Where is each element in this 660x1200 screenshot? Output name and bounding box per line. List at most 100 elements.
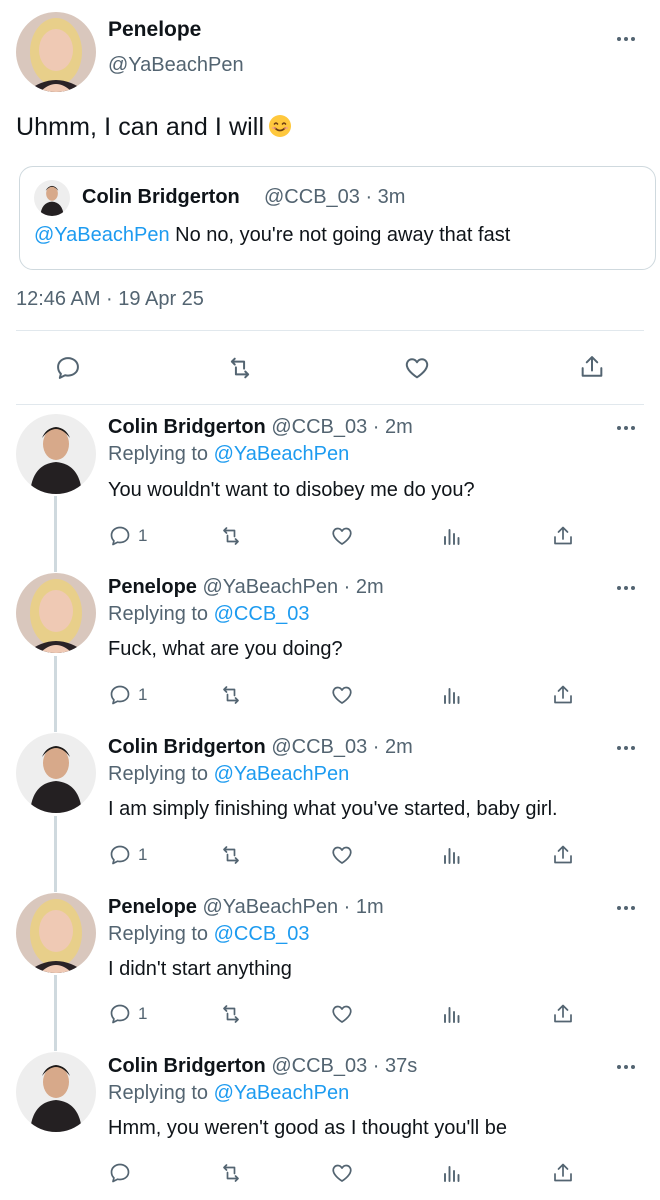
retweet-button[interactable] — [218, 1002, 244, 1026]
reply-button[interactable] — [108, 1161, 138, 1185]
retweet-icon — [223, 1164, 239, 1182]
analytics-button[interactable] — [440, 1002, 464, 1026]
like-button[interactable] — [402, 354, 432, 382]
like-button[interactable] — [329, 843, 355, 867]
quoted-author-avatar — [34, 180, 70, 216]
share-button[interactable] — [551, 523, 575, 549]
reply-header: Colin Bridgerton @CCB_03 · 2m — [108, 736, 413, 759]
reply-header: Colin Bridgerton @CCB_03 · 2m — [108, 416, 413, 439]
retweet-icon — [223, 686, 239, 704]
more-options-icon[interactable] — [614, 422, 638, 434]
more-options-icon[interactable] — [614, 582, 638, 594]
retweet-icon — [230, 357, 250, 379]
retweet-icon — [223, 846, 239, 864]
reply-author-name[interactable]: Colin Bridgerton — [108, 736, 266, 758]
retweet-icon — [223, 527, 239, 545]
reply-author-name[interactable]: Colin Bridgerton — [108, 416, 266, 438]
reply-icon — [110, 685, 130, 705]
more-options-icon[interactable] — [614, 902, 638, 914]
tweet-text: Uhmm, I can and I will — [16, 113, 292, 142]
reply-count: 1 — [138, 526, 148, 545]
quoted-author-meta: @CCB_03 · 3m — [264, 186, 406, 208]
share-button[interactable] — [551, 1160, 575, 1186]
more-options-icon[interactable] — [614, 1061, 638, 1073]
retweet-button[interactable] — [218, 683, 244, 707]
replying-to-mention[interactable]: @YaBeachPen — [214, 763, 350, 785]
retweet-button[interactable] — [225, 354, 255, 382]
share-icon — [554, 845, 572, 864]
like-icon — [332, 1164, 352, 1182]
reply-button[interactable]: 1 — [108, 1002, 147, 1026]
author-avatar[interactable] — [16, 12, 96, 92]
reply-header: Penelope @YaBeachPen · 1m — [108, 896, 384, 919]
reply-button[interactable]: 1 — [108, 683, 147, 707]
like-button[interactable] — [329, 1002, 355, 1026]
quoted-author-name: Colin Bridgerton — [82, 186, 240, 208]
share-icon — [554, 1004, 572, 1023]
thread-line — [54, 496, 57, 572]
retweet-button[interactable] — [218, 843, 244, 867]
retweet-icon — [223, 1005, 239, 1023]
replying-to-mention[interactable]: @CCB_03 — [214, 923, 310, 945]
retweet-button[interactable] — [218, 524, 244, 548]
analytics-button[interactable] — [440, 683, 464, 707]
replying-to-label: Replying to — [108, 1082, 209, 1104]
quoted-tweet-text: @YaBeachPen No no, you're not going away… — [34, 224, 510, 247]
reply-icon — [57, 357, 79, 379]
reply-avatar[interactable] — [16, 573, 96, 653]
thread-line — [54, 975, 57, 1051]
analytics-button[interactable] — [440, 524, 464, 548]
thread-line — [54, 816, 57, 892]
share-icon — [554, 685, 572, 704]
tweet-timestamp[interactable]: 12:46 AM · 19 Apr 25 — [16, 288, 204, 311]
replying-to-label: Replying to — [108, 923, 209, 945]
reply-avatar[interactable] — [16, 414, 96, 494]
share-button[interactable] — [551, 682, 575, 708]
share-button[interactable] — [578, 352, 606, 382]
like-button[interactable] — [329, 524, 355, 548]
reply-count: 1 — [138, 1004, 148, 1023]
reply-header: Colin Bridgerton @CCB_03 · 37s — [108, 1055, 417, 1078]
replying-to: Replying to @YaBeachPen — [108, 443, 349, 466]
like-icon — [332, 527, 352, 545]
retweet-button[interactable] — [218, 1161, 244, 1185]
reply-text: You wouldn't want to disobey me do you? — [108, 479, 475, 501]
reply-text: I am simply finishing what you've starte… — [108, 798, 558, 820]
reply-icon — [110, 1004, 130, 1024]
reply-avatar[interactable] — [16, 733, 96, 813]
analytics-button[interactable] — [440, 843, 464, 867]
like-button[interactable] — [329, 683, 355, 707]
reply-avatar[interactable] — [16, 1052, 96, 1132]
more-options-icon[interactable] — [614, 742, 638, 754]
share-button[interactable] — [551, 1001, 575, 1027]
replying-to-mention[interactable]: @CCB_03 — [214, 603, 310, 625]
reply-count: 1 — [138, 685, 148, 704]
penelope-avatar-image — [16, 573, 96, 653]
analytics-button[interactable] — [440, 1161, 464, 1185]
reply-avatar[interactable] — [16, 893, 96, 973]
author-name[interactable]: Penelope — [108, 18, 201, 42]
reply-author-name[interactable]: Penelope — [108, 896, 197, 918]
replying-to-mention[interactable]: @YaBeachPen — [214, 1082, 350, 1104]
smiling-face-icon — [269, 115, 292, 137]
reply-button[interactable] — [54, 354, 82, 382]
reply-author-name[interactable]: Penelope — [108, 576, 197, 598]
colin-avatar-image — [16, 733, 96, 813]
reply-meta: @CCB_03 · 2m — [271, 416, 413, 438]
share-button[interactable] — [551, 842, 575, 868]
quoted-tweet[interactable]: Colin Bridgerton @CCB_03 · 3m @YaBeachPe… — [19, 166, 656, 270]
colin-avatar-image — [34, 180, 70, 216]
like-button[interactable] — [329, 1161, 355, 1185]
analytics-icon — [444, 529, 460, 545]
reply-meta: @CCB_03 · 2m — [271, 736, 413, 758]
replying-to-mention[interactable]: @YaBeachPen — [214, 443, 350, 465]
replying-to: Replying to @CCB_03 — [108, 603, 310, 626]
like-icon — [332, 1005, 352, 1023]
more-options-icon[interactable] — [614, 33, 638, 45]
replying-to: Replying to @YaBeachPen — [108, 763, 349, 786]
author-handle[interactable]: @YaBeachPen — [108, 54, 244, 77]
reply-button[interactable]: 1 — [108, 843, 147, 867]
quoted-mention-link[interactable]: @YaBeachPen — [34, 224, 170, 246]
reply-button[interactable]: 1 — [108, 524, 147, 548]
reply-author-name[interactable]: Colin Bridgerton — [108, 1055, 266, 1077]
